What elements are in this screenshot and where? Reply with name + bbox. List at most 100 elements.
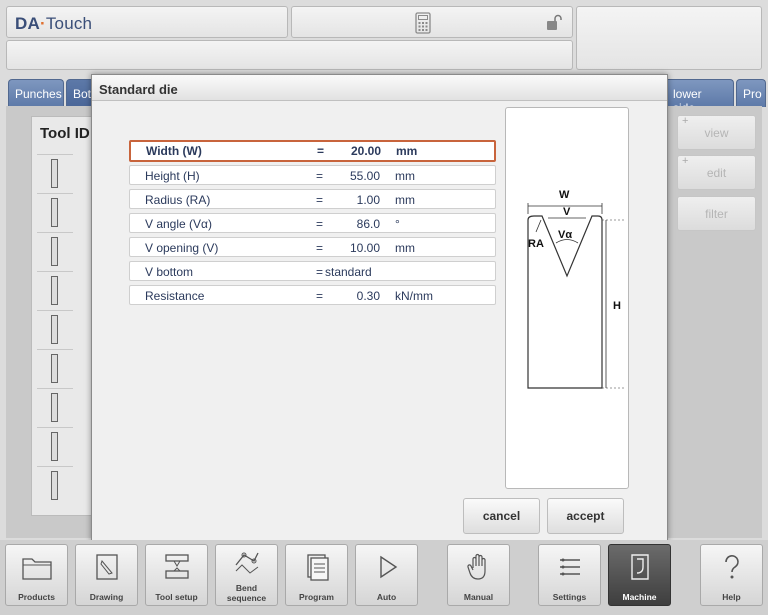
list-item[interactable]: [37, 427, 73, 463]
param-value: 20.00: [350, 144, 381, 158]
nav-tool-setup[interactable]: Tool setup: [145, 544, 208, 606]
tab-lower-side[interactable]: lower side: [664, 79, 734, 115]
tool-id-header: Tool ID: [40, 125, 90, 142]
view-button[interactable]: + view: [677, 115, 756, 150]
tab-label: Bot: [73, 87, 92, 101]
param-label: Radius (RA): [145, 193, 211, 207]
list-item[interactable]: [37, 466, 73, 502]
help-icon: [724, 555, 739, 579]
logo-panel: DA·Touch: [6, 6, 288, 38]
edit-button[interactable]: + edit: [677, 155, 756, 190]
param-unit: mm: [396, 144, 418, 158]
list-item[interactable]: [37, 193, 73, 229]
tab-label: Pro: [743, 87, 762, 101]
nav-drawing[interactable]: Drawing: [75, 544, 138, 606]
nav-help[interactable]: Help: [700, 544, 763, 606]
param-equals: =: [316, 193, 324, 207]
tool-thumbnail: [51, 276, 58, 305]
unlock-icon[interactable]: [546, 14, 562, 31]
hand-icon: [466, 553, 486, 580]
label-h: H: [613, 300, 621, 312]
label-w: W: [559, 189, 570, 201]
param-value: 10.00: [349, 241, 380, 255]
die-drawing: W V RA Vα H: [527, 189, 626, 389]
folder-icon: [21, 558, 52, 580]
nav-bend-sequence[interactable]: Bend sequence: [215, 544, 278, 606]
play-icon: [379, 555, 397, 579]
button-label: view: [704, 126, 729, 140]
accept-button[interactable]: accept: [547, 498, 624, 534]
param-label: Width (W): [146, 144, 202, 158]
settings-list-icon: [559, 558, 580, 576]
top-center-panel: [291, 6, 573, 38]
nav-machine[interactable]: Machine: [608, 544, 671, 606]
tab-pro[interactable]: Pro: [736, 79, 766, 107]
param-row-width[interactable]: Width (W) = 20.00 mm: [129, 140, 496, 162]
program-icon: [306, 554, 329, 581]
param-row-v-bottom[interactable]: V bottom = standard: [129, 261, 496, 281]
param-row-height[interactable]: Height (H) = 55.00 mm: [129, 165, 496, 185]
nav-label: Program: [299, 592, 334, 602]
button-label: edit: [706, 166, 727, 180]
standard-die-dialog: Standard die Width (W) = 20.00 mm Height…: [91, 74, 668, 541]
calculator-icon[interactable]: [415, 12, 431, 34]
param-row-resistance[interactable]: Resistance = 0.30 kN/mm: [129, 285, 496, 305]
nav-label: Machine: [622, 592, 657, 602]
tool-thumbnail: [51, 198, 58, 227]
param-unit: mm: [395, 241, 415, 255]
plus-icon: +: [682, 115, 689, 127]
nav-label: Settings: [552, 592, 587, 602]
nav-label: Tool setup: [155, 592, 198, 602]
param-row-v-opening[interactable]: V opening (V) = 10.00 mm: [129, 237, 496, 257]
param-row-radius[interactable]: Radius (RA) = 1.00 mm: [129, 189, 496, 209]
param-row-v-angle[interactable]: V angle (Vα) = 86.0 °: [129, 213, 496, 233]
tool-thumbnail: [51, 393, 58, 422]
brand-logo: DA·Touch: [15, 14, 93, 33]
nav-settings[interactable]: Settings: [538, 544, 601, 606]
dialog-title: Standard die: [92, 75, 667, 101]
nav-label: Auto: [376, 592, 397, 602]
list-item[interactable]: [37, 388, 73, 424]
tool-thumbnail: [51, 237, 58, 266]
nav-label: Manual: [463, 592, 494, 602]
tool-setup-icon: [164, 554, 189, 579]
nav-label: Bend sequence: [226, 583, 267, 603]
list-item[interactable]: [37, 154, 73, 190]
param-label: V bottom: [145, 265, 194, 279]
param-equals: =: [316, 217, 324, 231]
nav-label: Help: [722, 592, 741, 602]
param-equals: =: [316, 289, 324, 303]
param-value: 1.00: [356, 193, 380, 207]
tool-thumbnail: [51, 354, 58, 383]
nav-products[interactable]: Products: [5, 544, 68, 606]
param-equals: =: [316, 169, 324, 183]
param-label: Height (H): [145, 169, 200, 183]
drawing-icon: [95, 554, 118, 580]
list-item[interactable]: [37, 232, 73, 268]
tool-thumbnail: [51, 315, 58, 344]
bend-sequence-icon: [234, 552, 259, 574]
cancel-button[interactable]: cancel: [463, 498, 540, 534]
tool-thumbnail: [51, 432, 58, 461]
label-va: Vα: [558, 229, 572, 241]
param-equals: =: [317, 144, 325, 158]
machine-icon: [630, 554, 649, 580]
param-unit: °: [395, 217, 400, 231]
die-diagram: W V RA Vα H: [505, 107, 629, 489]
filter-button[interactable]: filter: [677, 196, 756, 231]
param-unit: mm: [395, 193, 415, 207]
nav-program[interactable]: Program: [285, 544, 348, 606]
nav-manual[interactable]: Manual: [447, 544, 510, 606]
list-item[interactable]: [37, 349, 73, 385]
list-item[interactable]: [37, 310, 73, 346]
tool-thumbnail: [51, 471, 58, 500]
param-unit: kN/mm: [395, 289, 433, 303]
tool-thumbnail: [51, 159, 58, 188]
param-label: Resistance: [145, 289, 205, 303]
param-unit: mm: [395, 169, 415, 183]
nav-auto[interactable]: Auto: [355, 544, 418, 606]
tab-punches[interactable]: Punches: [8, 79, 64, 107]
top-right-panel: [576, 6, 762, 70]
label-v: V: [563, 206, 571, 218]
list-item[interactable]: [37, 271, 73, 307]
